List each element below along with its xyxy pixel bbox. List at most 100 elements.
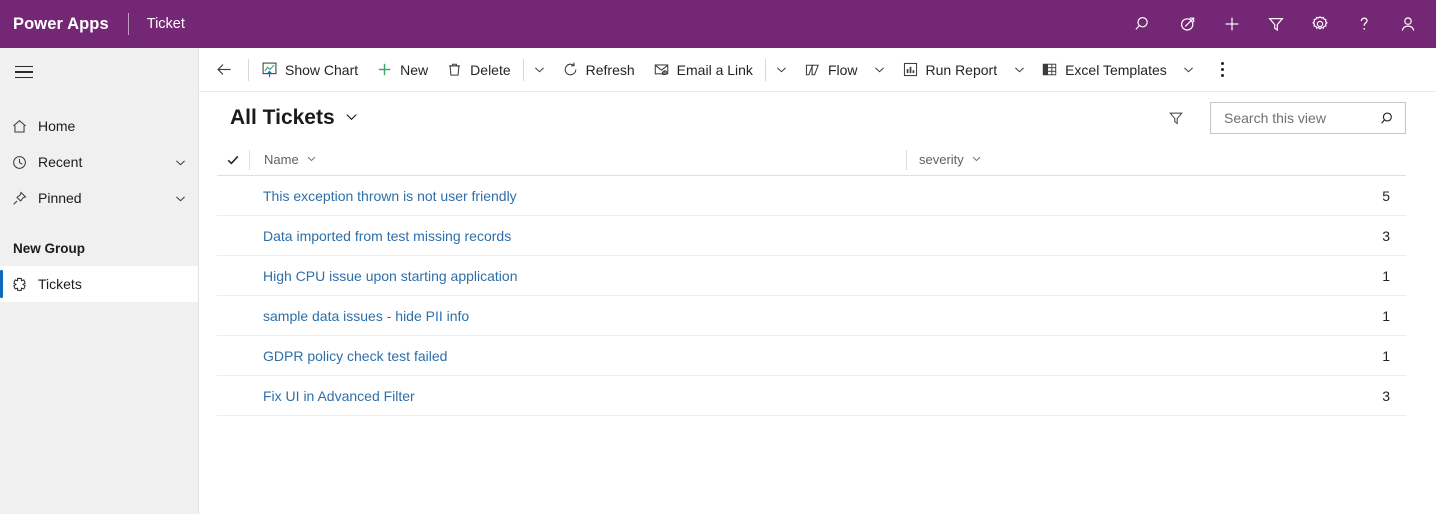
excel-templates-chevron-down-icon[interactable] xyxy=(1176,50,1202,90)
sidebar: Home Recent Pinned New Group Tickets xyxy=(0,48,199,514)
brand-power-apps[interactable]: Power Apps xyxy=(0,15,109,34)
app-header: Power Apps Ticket xyxy=(0,0,1436,48)
grid-header-row: Name severity xyxy=(217,144,1406,176)
command-label: Delete xyxy=(470,61,511,78)
entity-icon xyxy=(0,276,38,293)
page-title: All Tickets xyxy=(230,106,335,129)
row-severity-value: 3 xyxy=(1382,387,1390,404)
command-label: Run Report xyxy=(925,61,998,78)
row-name-text[interactable]: Data imported from test missing records xyxy=(263,228,511,244)
delete-button[interactable]: Delete xyxy=(437,50,519,90)
view-selector[interactable]: All Tickets xyxy=(230,106,359,130)
sidebar-item-recent[interactable]: Recent xyxy=(0,144,198,180)
tickets-grid: Name severity This exception thrown is n… xyxy=(199,144,1436,514)
command-label: Flow xyxy=(827,61,858,78)
view-bar: All Tickets xyxy=(199,92,1436,144)
command-label: Email a Link xyxy=(676,61,753,78)
refresh-button[interactable]: Refresh xyxy=(553,50,644,90)
select-all-checkmark-icon[interactable] xyxy=(217,153,249,167)
chevron-down-icon[interactable] xyxy=(162,156,198,169)
refresh-icon xyxy=(562,61,579,78)
row-name-text[interactable]: Fix UI in Advanced Filter xyxy=(263,388,415,404)
selection-accent-bar xyxy=(0,270,3,298)
chevron-down-icon[interactable] xyxy=(162,192,198,205)
search-icon[interactable] xyxy=(1379,110,1397,127)
chevron-down-icon[interactable] xyxy=(306,152,317,167)
column-header-label: Name xyxy=(264,152,299,167)
email-chevron-down-icon[interactable] xyxy=(769,50,795,90)
sidebar-item-tickets[interactable]: Tickets xyxy=(0,266,198,302)
hamburger-menu-icon[interactable] xyxy=(0,48,48,96)
sidebar-item-home[interactable]: Home xyxy=(0,108,198,144)
app-name-ticket[interactable]: Ticket xyxy=(147,16,185,32)
flow-chevron-down-icon[interactable] xyxy=(867,50,893,90)
row-name-text[interactable]: sample data issues - hide PII info xyxy=(263,308,469,324)
row-name-link[interactable]: This exception thrown is not user friend… xyxy=(249,188,906,204)
column-header-severity[interactable]: severity xyxy=(906,149,1406,170)
row-name-text[interactable]: This exception thrown is not user friend… xyxy=(263,188,517,204)
chevron-down-icon[interactable] xyxy=(971,152,982,167)
help-icon[interactable] xyxy=(1342,0,1386,48)
row-severity-value: 5 xyxy=(1382,187,1390,204)
run-report-chevron-down-icon[interactable] xyxy=(1006,50,1032,90)
excel-templates-button[interactable]: Excel Templates xyxy=(1032,50,1176,90)
row-severity-value: 1 xyxy=(1382,307,1390,324)
run-report-icon xyxy=(902,61,919,78)
row-name-text[interactable]: High CPU issue upon starting application xyxy=(263,268,517,284)
sidebar-item-label: Tickets xyxy=(38,276,82,292)
pin-icon xyxy=(0,190,38,207)
row-name-text[interactable]: GDPR policy check test failed xyxy=(263,348,447,364)
header-icon-group xyxy=(1122,0,1436,48)
command-label: Excel Templates xyxy=(1065,61,1167,78)
clock-icon xyxy=(0,154,38,171)
plus-green-icon xyxy=(376,61,393,78)
search-view-box[interactable] xyxy=(1210,102,1406,134)
column-header-name[interactable]: Name xyxy=(249,149,906,170)
gear-icon[interactable] xyxy=(1298,0,1342,48)
new-button[interactable]: New xyxy=(367,50,437,90)
user-avatar-icon[interactable] xyxy=(1386,0,1430,48)
command-label: Refresh xyxy=(585,61,635,78)
show-chart-button[interactable]: Show Chart xyxy=(252,50,367,90)
row-severity-value: 3 xyxy=(1382,227,1390,244)
row-severity-value: 1 xyxy=(1382,267,1390,284)
row-name-link[interactable]: Fix UI in Advanced Filter xyxy=(249,388,906,404)
flow-button[interactable]: Flow xyxy=(795,50,867,90)
run-report-button[interactable]: Run Report xyxy=(893,50,1007,90)
main-content: Show Chart New Delete Refresh Email a Li… xyxy=(199,48,1436,514)
search-input[interactable] xyxy=(1222,109,1379,127)
email-a-link-button[interactable]: Email a Link xyxy=(644,50,762,90)
header-divider xyxy=(127,13,129,35)
row-name-link[interactable]: GDPR policy check test failed xyxy=(249,348,906,364)
table-row[interactable]: Data imported from test missing records … xyxy=(217,216,1406,256)
row-severity-value: 1 xyxy=(1382,347,1390,364)
home-icon xyxy=(0,118,38,135)
command-bar: Show Chart New Delete Refresh Email a Li… xyxy=(199,48,1436,92)
table-row[interactable]: Fix UI in Advanced Filter 3 xyxy=(217,376,1406,416)
sidebar-item-pinned[interactable]: Pinned xyxy=(0,180,198,216)
filter-icon[interactable] xyxy=(1254,0,1298,48)
excel-templates-icon xyxy=(1041,61,1058,78)
command-separator xyxy=(522,58,524,81)
delete-chevron-down-icon[interactable] xyxy=(527,50,553,90)
trash-icon xyxy=(446,61,463,78)
more-commands-icon[interactable] xyxy=(1208,50,1238,90)
command-label: New xyxy=(400,61,429,78)
filter-icon[interactable] xyxy=(1160,102,1192,134)
table-row[interactable]: GDPR policy check test failed 1 xyxy=(217,336,1406,376)
command-separator xyxy=(248,58,249,81)
search-icon[interactable] xyxy=(1122,0,1166,48)
row-name-link[interactable]: sample data issues - hide PII info xyxy=(249,308,906,324)
back-button[interactable] xyxy=(205,50,243,90)
sidebar-group-title: New Group xyxy=(13,240,86,256)
row-name-link[interactable]: High CPU issue upon starting application xyxy=(249,268,906,284)
diagnostics-icon[interactable] xyxy=(1166,0,1210,48)
body-wrapper: Home Recent Pinned New Group Tickets Sho… xyxy=(0,48,1436,514)
row-name-link[interactable]: Data imported from test missing records xyxy=(249,228,906,244)
table-row[interactable]: sample data issues - hide PII info 1 xyxy=(217,296,1406,336)
flow-icon xyxy=(804,61,821,78)
plus-icon[interactable] xyxy=(1210,0,1254,48)
table-row[interactable]: High CPU issue upon starting application… xyxy=(217,256,1406,296)
chevron-down-icon[interactable] xyxy=(344,106,359,130)
table-row[interactable]: This exception thrown is not user friend… xyxy=(217,176,1406,216)
